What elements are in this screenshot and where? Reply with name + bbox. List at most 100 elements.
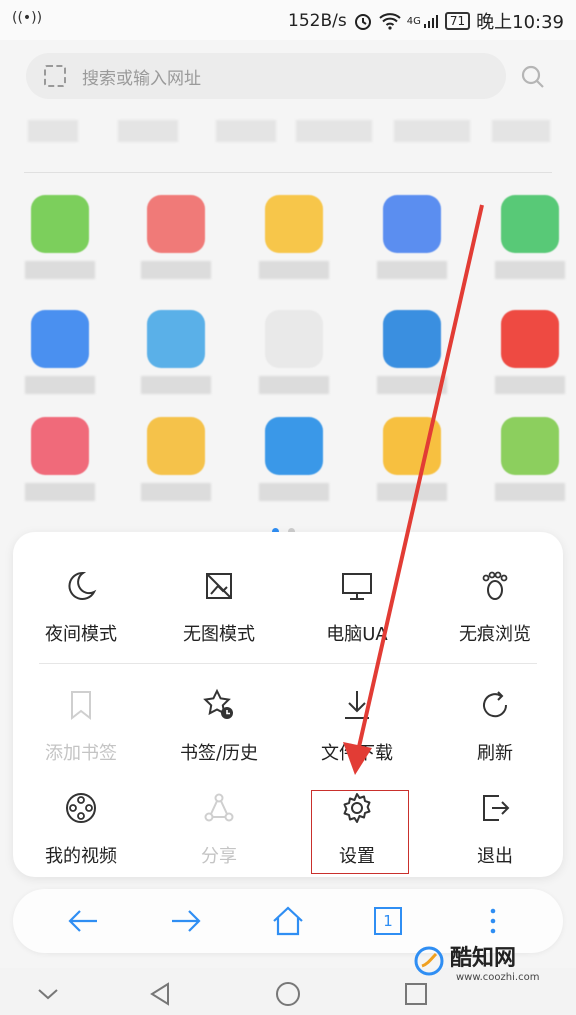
- more-vertical-icon[interactable]: [475, 903, 511, 939]
- back-triangle-icon[interactable]: [146, 980, 174, 1008]
- divider: [24, 172, 552, 173]
- menu-item-desktop-ua[interactable]: 电脑UA: [297, 568, 417, 646]
- scan-icon[interactable]: [44, 65, 66, 87]
- app-label: [495, 261, 565, 279]
- search-placeholder: 搜索或输入网址: [82, 68, 201, 89]
- app-label: [25, 261, 95, 279]
- menu-item-refresh[interactable]: 刷新: [435, 687, 555, 765]
- quick-links-row: [0, 115, 576, 145]
- menu-label: 电脑UA: [326, 624, 388, 645]
- app-shortcut[interactable]: [490, 417, 570, 501]
- quick-link[interactable]: [118, 120, 178, 142]
- menu-item-exit[interactable]: 退出: [435, 790, 555, 868]
- app-shortcut[interactable]: [20, 417, 100, 501]
- star-clock-icon: [203, 688, 233, 719]
- status-bar: ((•)) 152B/s 4G 71 晚上10:39: [0, 0, 576, 40]
- signal-icon: ((•)): [12, 10, 43, 26]
- app-shortcut[interactable]: [490, 310, 570, 394]
- app-shortcut[interactable]: [136, 310, 216, 394]
- settings-highlight-box: [311, 790, 409, 874]
- menu-item-add-bookmark[interactable]: 添加书签: [21, 687, 141, 765]
- app-shortcut[interactable]: [490, 195, 570, 279]
- menu-label: 刷新: [477, 743, 513, 764]
- menu-item-my-videos[interactable]: 我的视频: [21, 790, 141, 868]
- app-shortcut[interactable]: [372, 417, 452, 501]
- status-right: 152B/s 4G 71 晚上10:39: [288, 8, 564, 34]
- app-label: [495, 376, 565, 394]
- app-grid: [0, 195, 576, 515]
- menu-label: 夜间模式: [45, 624, 117, 645]
- menu-label: 书签/历史: [179, 743, 259, 764]
- wifi-icon: [379, 13, 401, 30]
- film-reel-icon: [66, 793, 96, 823]
- app-icon: [147, 417, 205, 475]
- app-label: [377, 261, 447, 279]
- app-shortcut[interactable]: [372, 195, 452, 279]
- app-icon: [31, 417, 89, 475]
- bookmark-icon: [71, 691, 91, 721]
- moon-icon: [68, 571, 97, 600]
- refresh-icon: [483, 691, 508, 718]
- app-label: [259, 261, 329, 279]
- menu-item-incognito[interactable]: 无痕浏览: [435, 568, 555, 646]
- app-icon: [265, 310, 323, 368]
- app-label: [25, 376, 95, 394]
- app-label: [141, 483, 211, 501]
- app-icon: [147, 310, 205, 368]
- tab-count-button[interactable]: 1: [374, 907, 402, 935]
- app-icon: [501, 195, 559, 253]
- home-icon[interactable]: [270, 903, 306, 939]
- watermark: 酷知网 www.coozhi.com: [410, 940, 560, 992]
- app-label: [141, 376, 211, 394]
- quick-link[interactable]: [28, 120, 78, 142]
- back-arrow-icon[interactable]: [65, 903, 101, 939]
- menu-item-bookmarks-history[interactable]: 书签/历史: [159, 687, 279, 765]
- net-speed: 152B/s: [288, 11, 347, 31]
- app-shortcut[interactable]: [20, 310, 100, 394]
- app-label: [377, 483, 447, 501]
- collapse-icon[interactable]: [34, 980, 62, 1008]
- app-shortcut[interactable]: [136, 417, 216, 501]
- menu-item-downloads[interactable]: 文件下载: [297, 687, 417, 765]
- app-label: [259, 376, 329, 394]
- home-circle-icon[interactable]: [274, 980, 302, 1008]
- app-label: [377, 376, 447, 394]
- app-shortcut[interactable]: [372, 310, 452, 394]
- app-label: [495, 483, 565, 501]
- menu-label: 我的视频: [45, 846, 117, 867]
- battery-icon: 71: [444, 12, 471, 30]
- menu-item-no-image[interactable]: 无图模式: [159, 568, 279, 646]
- menu-item-night-mode[interactable]: 夜间模式: [21, 568, 141, 646]
- app-label: [25, 483, 95, 501]
- app-shortcut[interactable]: [20, 195, 100, 279]
- forward-arrow-icon[interactable]: [168, 903, 204, 939]
- quick-link[interactable]: [394, 120, 470, 142]
- menu-item-share[interactable]: 分享: [159, 790, 279, 868]
- exit-icon: [483, 795, 510, 821]
- app-shortcut[interactable]: [254, 195, 334, 279]
- share-icon: [204, 793, 234, 822]
- app-icon: [383, 195, 441, 253]
- coozhi-logo-icon: [414, 946, 444, 976]
- app-icon: [265, 195, 323, 253]
- app-shortcut[interactable]: [254, 417, 334, 501]
- watermark-url: www.coozhi.com: [456, 972, 540, 983]
- app-icon: [31, 310, 89, 368]
- alarm-icon: [354, 14, 371, 30]
- monitor-icon: [342, 573, 372, 600]
- menu-label: 退出: [477, 846, 513, 867]
- quick-link[interactable]: [216, 120, 276, 142]
- app-icon: [501, 417, 559, 475]
- search-icon[interactable]: [520, 64, 546, 90]
- app-icon: [501, 310, 559, 368]
- menu-label: 无图模式: [183, 624, 255, 645]
- app-shortcut[interactable]: [254, 310, 334, 394]
- quick-link[interactable]: [296, 120, 372, 142]
- app-icon: [265, 417, 323, 475]
- quick-link[interactable]: [492, 120, 550, 142]
- search-bar[interactable]: 搜索或输入网址: [26, 53, 506, 99]
- app-icon: [383, 417, 441, 475]
- app-shortcut[interactable]: [136, 195, 216, 279]
- menu-label: 无痕浏览: [459, 624, 531, 645]
- download-icon: [345, 691, 369, 719]
